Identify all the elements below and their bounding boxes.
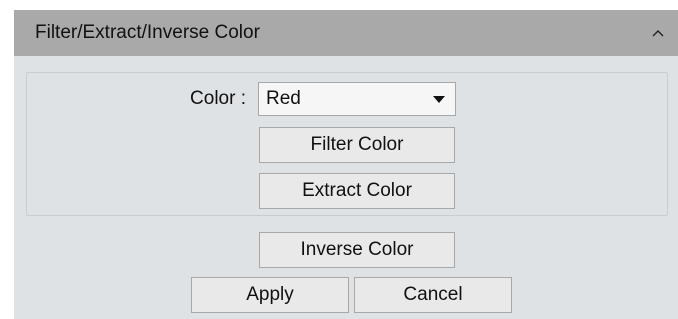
color-label: Color :	[190, 88, 246, 109]
filter-extract-inverse-panel: Filter/Extract/Inverse Color Color : Red…	[14, 10, 678, 319]
cancel-button[interactable]: Cancel	[354, 277, 512, 313]
filter-color-button[interactable]: Filter Color	[259, 127, 455, 163]
apply-button[interactable]: Apply	[191, 277, 349, 313]
collapse-button[interactable]	[646, 22, 670, 44]
panel-header[interactable]: Filter/Extract/Inverse Color	[14, 10, 678, 56]
extract-color-button[interactable]: Extract Color	[259, 173, 455, 209]
color-select[interactable]: Red	[258, 82, 456, 116]
inverse-color-button[interactable]: Inverse Color	[259, 232, 455, 268]
dropdown-arrow-icon	[433, 96, 445, 103]
panel-title: Filter/Extract/Inverse Color	[35, 22, 260, 43]
chevron-up-icon	[652, 30, 664, 37]
color-select-value: Red	[266, 88, 301, 109]
